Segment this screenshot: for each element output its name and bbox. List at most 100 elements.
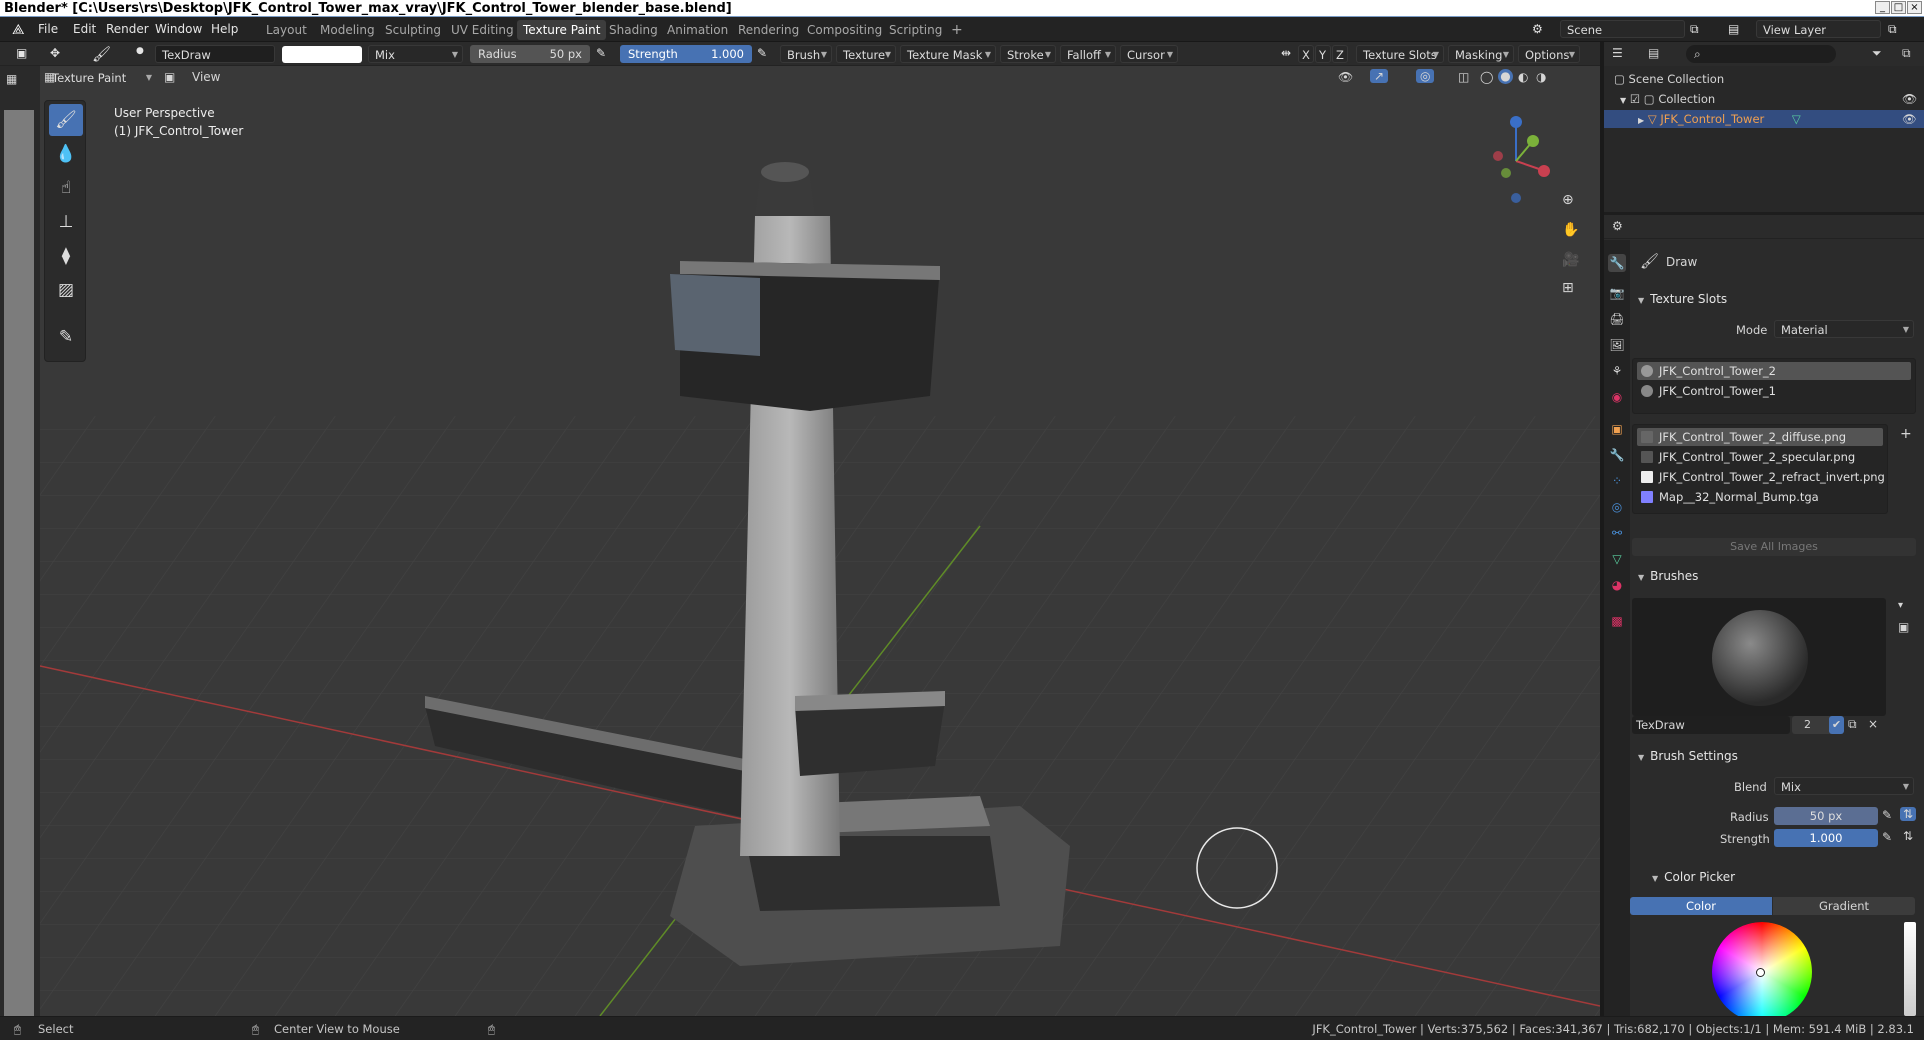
strength-pressure-icon[interactable]: ✎ xyxy=(757,46,767,60)
tab-scripting[interactable]: Scripting xyxy=(883,20,948,40)
add-image-icon[interactable]: + xyxy=(1900,426,1912,442)
scene-icon[interactable]: ⚙ xyxy=(1532,22,1543,36)
filter-icon[interactable]: ⏷ xyxy=(1872,46,1882,61)
zoom-icon[interactable]: ⊕ xyxy=(1562,192,1574,208)
cursor-menu[interactable]: Cursor ▼ xyxy=(1120,45,1178,63)
properties-editor-icon[interactable]: ⚙ xyxy=(1612,219,1623,233)
value-slider[interactable] xyxy=(1904,922,1916,1016)
tool-tab-icon[interactable]: 🔧 xyxy=(1608,254,1626,272)
color-wheel-cursor[interactable] xyxy=(1756,968,1765,977)
radius-pressure-icon[interactable]: ✎ xyxy=(1882,808,1892,822)
collection-visibility-icon[interactable]: 👁 xyxy=(1902,92,1917,106)
checkbox-icon[interactable]: ☑ xyxy=(1630,92,1640,106)
modifier-tab-icon[interactable]: 🔧 xyxy=(1608,446,1626,464)
pan-hand-icon[interactable]: ✋ xyxy=(1562,222,1579,238)
clone-tool-icon[interactable]: ⊥ xyxy=(49,206,83,238)
strength-field[interactable]: Strength 1.000 xyxy=(620,45,752,63)
options-menu[interactable]: Options ▼ xyxy=(1518,45,1580,63)
list-item[interactable]: JFK_Control_Tower_2_refract_invert.png xyxy=(1637,468,1885,486)
duplicate-brush-icon[interactable]: ⧉ xyxy=(1848,717,1857,732)
radius-pressure-icon[interactable]: ✎ xyxy=(596,46,606,60)
radius-field[interactable]: Radius 50 px xyxy=(470,45,590,63)
outliner-object-row[interactable]: ▶ ▽ JFK_Control_Tower ▽ 👁 xyxy=(1604,110,1924,128)
scene-tab-icon[interactable]: ⚘ xyxy=(1608,362,1626,380)
brush-list-expand-icon[interactable]: ▾ xyxy=(1898,600,1903,611)
fake-user-shield-icon[interactable]: ✔ xyxy=(1829,716,1844,734)
annotate-tool-icon[interactable]: ✎ xyxy=(49,321,83,353)
data-tab-icon[interactable]: ▽ xyxy=(1608,550,1626,568)
rendered-shading-icon[interactable]: ◑ xyxy=(1536,70,1546,84)
brush-texture-icon[interactable]: ▣ xyxy=(1898,620,1909,634)
editor-grid-icon[interactable]: ▦ xyxy=(6,72,17,86)
overlays-toggle-icon[interactable]: ◎ xyxy=(1416,69,1435,83)
draw-tool-icon[interactable]: 🖌 xyxy=(49,104,83,136)
menu-render[interactable]: Render xyxy=(106,22,149,36)
brush-blend-dropdown[interactable]: Mix ▼ xyxy=(1774,777,1914,795)
object-visibility-icon[interactable]: 👁 xyxy=(1902,110,1917,128)
ortho-grid-icon[interactable]: ⊞ xyxy=(1562,280,1574,296)
mirror-x-toggle[interactable]: X xyxy=(1298,45,1314,63)
visibility-icon[interactable]: 👁 xyxy=(1338,70,1353,84)
list-item[interactable]: Map__32_Normal_Bump.tga xyxy=(1637,488,1883,506)
brush-settings-panel-header[interactable]: ▼ Brush Settings xyxy=(1630,745,1916,767)
mirror-z-toggle[interactable]: Z xyxy=(1332,45,1348,63)
outliner-collection[interactable]: ▼ ☑ ▢ Collection xyxy=(1620,92,1715,106)
menu-window[interactable]: Window xyxy=(155,22,202,36)
radius-unit-icon[interactable]: ⇅ xyxy=(1900,807,1917,821)
tab-compositing[interactable]: Compositing xyxy=(801,20,888,40)
mirror-y-toggle[interactable]: Y xyxy=(1315,45,1331,63)
brush-preview[interactable] xyxy=(1632,598,1886,716)
brush-name-input[interactable]: TexDraw xyxy=(1632,716,1790,734)
texture-slots-menu[interactable]: Texture Slots ▼ xyxy=(1356,45,1444,63)
texture-view-toggle-icon[interactable]: ▣ xyxy=(164,70,175,84)
brushes-panel-header[interactable]: ▼ Brushes xyxy=(1630,565,1916,587)
outliner-editor-icon[interactable]: ☰ xyxy=(1612,46,1623,60)
constraints-tab-icon[interactable]: ⚯ xyxy=(1608,524,1626,542)
tab-sculpting[interactable]: Sculpting xyxy=(379,20,447,40)
masking-menu[interactable]: Masking ▼ xyxy=(1448,45,1514,63)
menu-file[interactable]: File xyxy=(38,22,58,36)
list-item[interactable]: JFK_Control_Tower_2 xyxy=(1637,362,1911,380)
fill-tool-icon[interactable]: ⧫ xyxy=(49,240,83,272)
tool-mode-icon[interactable]: ✥ xyxy=(50,46,60,60)
mask-tool-icon[interactable]: ▨ xyxy=(49,274,83,306)
maximize-icon[interactable]: □ xyxy=(1891,1,1906,14)
material-shading-icon[interactable]: ◐ xyxy=(1518,70,1528,84)
add-workspace-icon[interactable]: + xyxy=(945,20,969,40)
unlink-brush-icon[interactable]: × xyxy=(1868,717,1878,731)
list-item[interactable]: JFK_Control_Tower_2_specular.png xyxy=(1637,448,1883,466)
texture-menu[interactable]: Texture ▼ xyxy=(836,45,896,63)
brush-color-swatch[interactable] xyxy=(282,46,362,63)
brush-menu[interactable]: Brush ▼ xyxy=(780,45,832,63)
save-all-images-button[interactable]: Save All Images xyxy=(1632,538,1916,556)
menu-edit[interactable]: Edit xyxy=(73,22,96,36)
expand-arrow-icon[interactable]: ▶ xyxy=(1638,116,1644,125)
outliner-search-input[interactable]: ⌕ xyxy=(1686,45,1836,63)
solid-shading-icon[interactable]: ● xyxy=(1498,69,1513,84)
slot-mode-dropdown[interactable]: Material ▼ xyxy=(1774,320,1914,338)
3d-viewport[interactable]: User Perspective (1) JFK_Control_Tower ⊕… xyxy=(40,66,1600,1016)
tab-animation[interactable]: Animation xyxy=(661,20,734,40)
new-collection-icon[interactable]: ⧉ xyxy=(1902,46,1911,61)
brush-radius-field[interactable]: 50 px xyxy=(1774,807,1878,825)
tab-shading[interactable]: Shading xyxy=(603,20,664,40)
view-layer-tab-icon[interactable]: 🖼 xyxy=(1608,336,1626,354)
strength-unit-icon[interactable]: ⇅ xyxy=(1900,829,1916,843)
brush-users-count[interactable]: 2 xyxy=(1792,716,1834,734)
close-icon[interactable]: × xyxy=(1907,1,1922,14)
gizmo-toggle-icon[interactable]: ↗ xyxy=(1370,69,1389,83)
falloff-menu[interactable]: Falloff ▼ xyxy=(1060,45,1116,63)
navigation-gizmo[interactable] xyxy=(1480,106,1560,206)
menu-help[interactable]: Help xyxy=(211,22,238,36)
view-layer-icon[interactable]: ▤ xyxy=(1728,22,1739,36)
brush-name-field[interactable]: TexDraw xyxy=(155,45,275,63)
output-tab-icon[interactable]: 🖨 xyxy=(1608,310,1626,328)
physics-tab-icon[interactable]: ◎ xyxy=(1608,498,1626,516)
strength-pressure-icon[interactable]: ✎ xyxy=(1882,830,1892,844)
symmetry-icon[interactable]: ⇹ xyxy=(1281,46,1291,60)
texture-slots-panel-header[interactable]: ▼ Texture Slots xyxy=(1630,288,1916,310)
color-wheel[interactable] xyxy=(1712,922,1812,1016)
tab-texture-paint[interactable]: Texture Paint xyxy=(517,20,607,40)
texture-mask-menu[interactable]: Texture Mask ▼ xyxy=(900,45,996,63)
color-tab[interactable]: Color xyxy=(1630,897,1772,915)
